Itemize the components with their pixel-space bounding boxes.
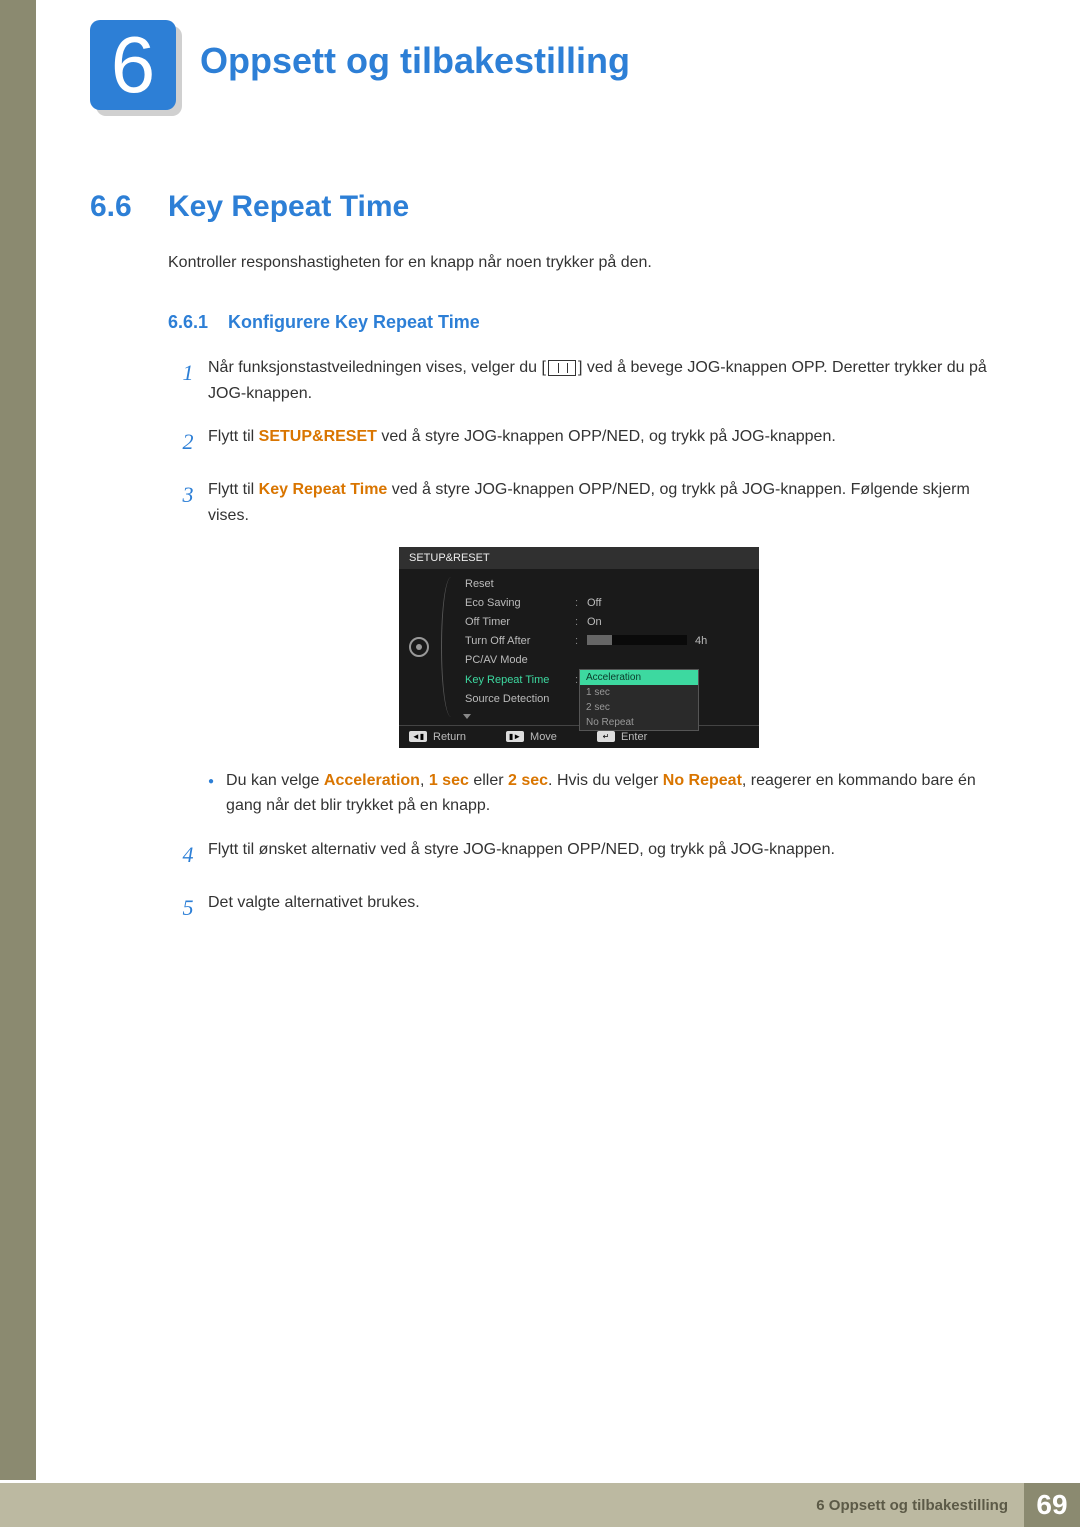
step-number: 1	[168, 355, 208, 406]
step-number: 5	[168, 890, 208, 925]
osd-value: 4h	[695, 635, 707, 648]
step-text: Flytt til SETUP&RESET ved å styre JOG-kn…	[208, 424, 990, 459]
text: ,	[420, 772, 429, 789]
osd-dropdown-item-selected: Acceleration	[580, 670, 698, 685]
osd-icon-column	[399, 569, 439, 725]
step-number: 2	[168, 424, 208, 459]
step-text: Det valgte alternativet brukes.	[208, 890, 990, 925]
highlight-key-repeat: Key Repeat Time	[259, 481, 388, 498]
osd-label-active: Key Repeat Time	[465, 674, 575, 687]
text: eller	[469, 772, 508, 789]
osd-foot-label: Move	[530, 731, 557, 743]
left-margin-stripe	[0, 0, 36, 1480]
step-1: 1 Når funksjonstastveiledningen vises, v…	[168, 355, 990, 406]
osd-row-eco: Eco Saving:Off	[465, 594, 759, 613]
highlight-acceleration: Acceleration	[324, 772, 420, 789]
chapter-title: Oppsett og tilbakestilling	[200, 40, 630, 82]
step-text: Flytt til ønsket alternativ ved å styre …	[208, 837, 990, 872]
footer-page-number: 69	[1024, 1483, 1080, 1527]
osd-label: Turn Off After	[465, 635, 575, 648]
step-text: Når funksjonstastveiledningen vises, vel…	[208, 355, 990, 406]
osd-row-reset: Reset	[465, 575, 759, 594]
osd-dropdown: Acceleration 1 sec 2 sec No Repeat	[579, 669, 699, 731]
gear-icon	[409, 637, 429, 657]
text: Du kan velge	[226, 772, 324, 789]
move-key-icon: ▮►	[506, 731, 524, 742]
osd-value: On	[587, 616, 602, 629]
footer-chapter-label: 6 Oppsett og tilbakestilling	[800, 1483, 1024, 1527]
highlight-2sec: 2 sec	[508, 772, 548, 789]
step-3: 3 Flytt til Key Repeat Time ved å styre …	[168, 477, 990, 528]
osd-row-turnoff: Turn Off After: 4h	[465, 632, 759, 651]
osd-foot-label: Enter	[621, 731, 647, 743]
osd-foot-return: ◄▮ Return	[409, 731, 466, 743]
osd-sep: :	[575, 616, 587, 629]
osd-foot-label: Return	[433, 731, 466, 743]
section-intro: Kontroller responshastigheten for en kna…	[168, 254, 990, 272]
osd-foot-move: ▮► Move	[506, 731, 557, 743]
section-heading: 6.6 Key Repeat Time	[90, 190, 990, 224]
bullet-note: ● Du kan velge Acceleration, 1 sec eller…	[208, 768, 990, 819]
step-5: 5 Det valgte alternativet brukes.	[168, 890, 990, 925]
chapter-number-badge: 6	[90, 20, 176, 110]
step-text: Flytt til Key Repeat Time ved å styre JO…	[208, 477, 990, 528]
return-key-icon: ◄▮	[409, 731, 427, 742]
step-number: 3	[168, 477, 208, 528]
osd-label: PC/AV Mode	[465, 654, 575, 667]
step-4: 4 Flytt til ønsket alternativ ved å styr…	[168, 837, 990, 872]
page-footer: 6 Oppsett og tilbakestilling 69	[0, 1483, 1080, 1527]
osd-label: Eco Saving	[465, 597, 575, 610]
osd-row-offtimer: Off Timer:On	[465, 613, 759, 632]
text: Når funksjonstastveiledningen vises, vel…	[208, 359, 546, 376]
subsection-number: 6.6.1	[168, 312, 228, 333]
highlight-setup-reset: SETUP&RESET	[259, 428, 377, 445]
osd-dropdown-item: No Repeat	[580, 715, 698, 730]
osd-sep: :	[575, 635, 587, 648]
step-list: 1 Når funksjonstastveiledningen vises, v…	[168, 355, 990, 925]
osd-value: Off	[587, 597, 601, 610]
footer-bar	[0, 1483, 800, 1527]
osd-sep: :	[575, 597, 587, 610]
osd-foot-enter: ↵ Enter	[597, 731, 647, 743]
osd-label: Off Timer	[465, 616, 575, 629]
bullet-icon: ●	[208, 774, 214, 819]
text: . Hvis du velger	[548, 772, 663, 789]
osd-slider	[587, 635, 687, 645]
highlight-norepeat: No Repeat	[663, 772, 742, 789]
highlight-1sec: 1 sec	[429, 772, 469, 789]
osd-arc-decoration	[441, 577, 461, 717]
bullet-text: Du kan velge Acceleration, 1 sec eller 2…	[226, 768, 990, 819]
text: Flytt til	[208, 481, 259, 498]
section-title: Key Repeat Time	[168, 190, 409, 224]
enter-key-icon: ↵	[597, 731, 615, 742]
osd-label: Reset	[465, 578, 575, 591]
step-2: 2 Flytt til SETUP&RESET ved å styre JOG-…	[168, 424, 990, 459]
osd-label: Source Detection	[465, 693, 575, 706]
text: ved å styre JOG-knappen OPP/NED, og tryk…	[377, 428, 836, 445]
text: Flytt til	[208, 428, 259, 445]
osd-screenshot: SETUP&RESET Reset Eco Saving:Off Off Tim…	[399, 547, 759, 748]
step-number: 4	[168, 837, 208, 872]
osd-dropdown-item: 2 sec	[580, 700, 698, 715]
subsection-title: Konfigurere Key Repeat Time	[228, 312, 480, 333]
menu-icon	[548, 360, 576, 376]
subsection-heading: 6.6.1 Konfigurere Key Repeat Time	[168, 312, 990, 333]
osd-body: Reset Eco Saving:Off Off Timer:On Turn O…	[399, 569, 759, 725]
osd-dropdown-item: 1 sec	[580, 685, 698, 700]
osd-header: SETUP&RESET	[399, 547, 759, 569]
content-area: 6.6 Key Repeat Time Kontroller responsha…	[90, 190, 990, 943]
chevron-down-icon	[463, 714, 471, 719]
section-number: 6.6	[90, 190, 168, 224]
